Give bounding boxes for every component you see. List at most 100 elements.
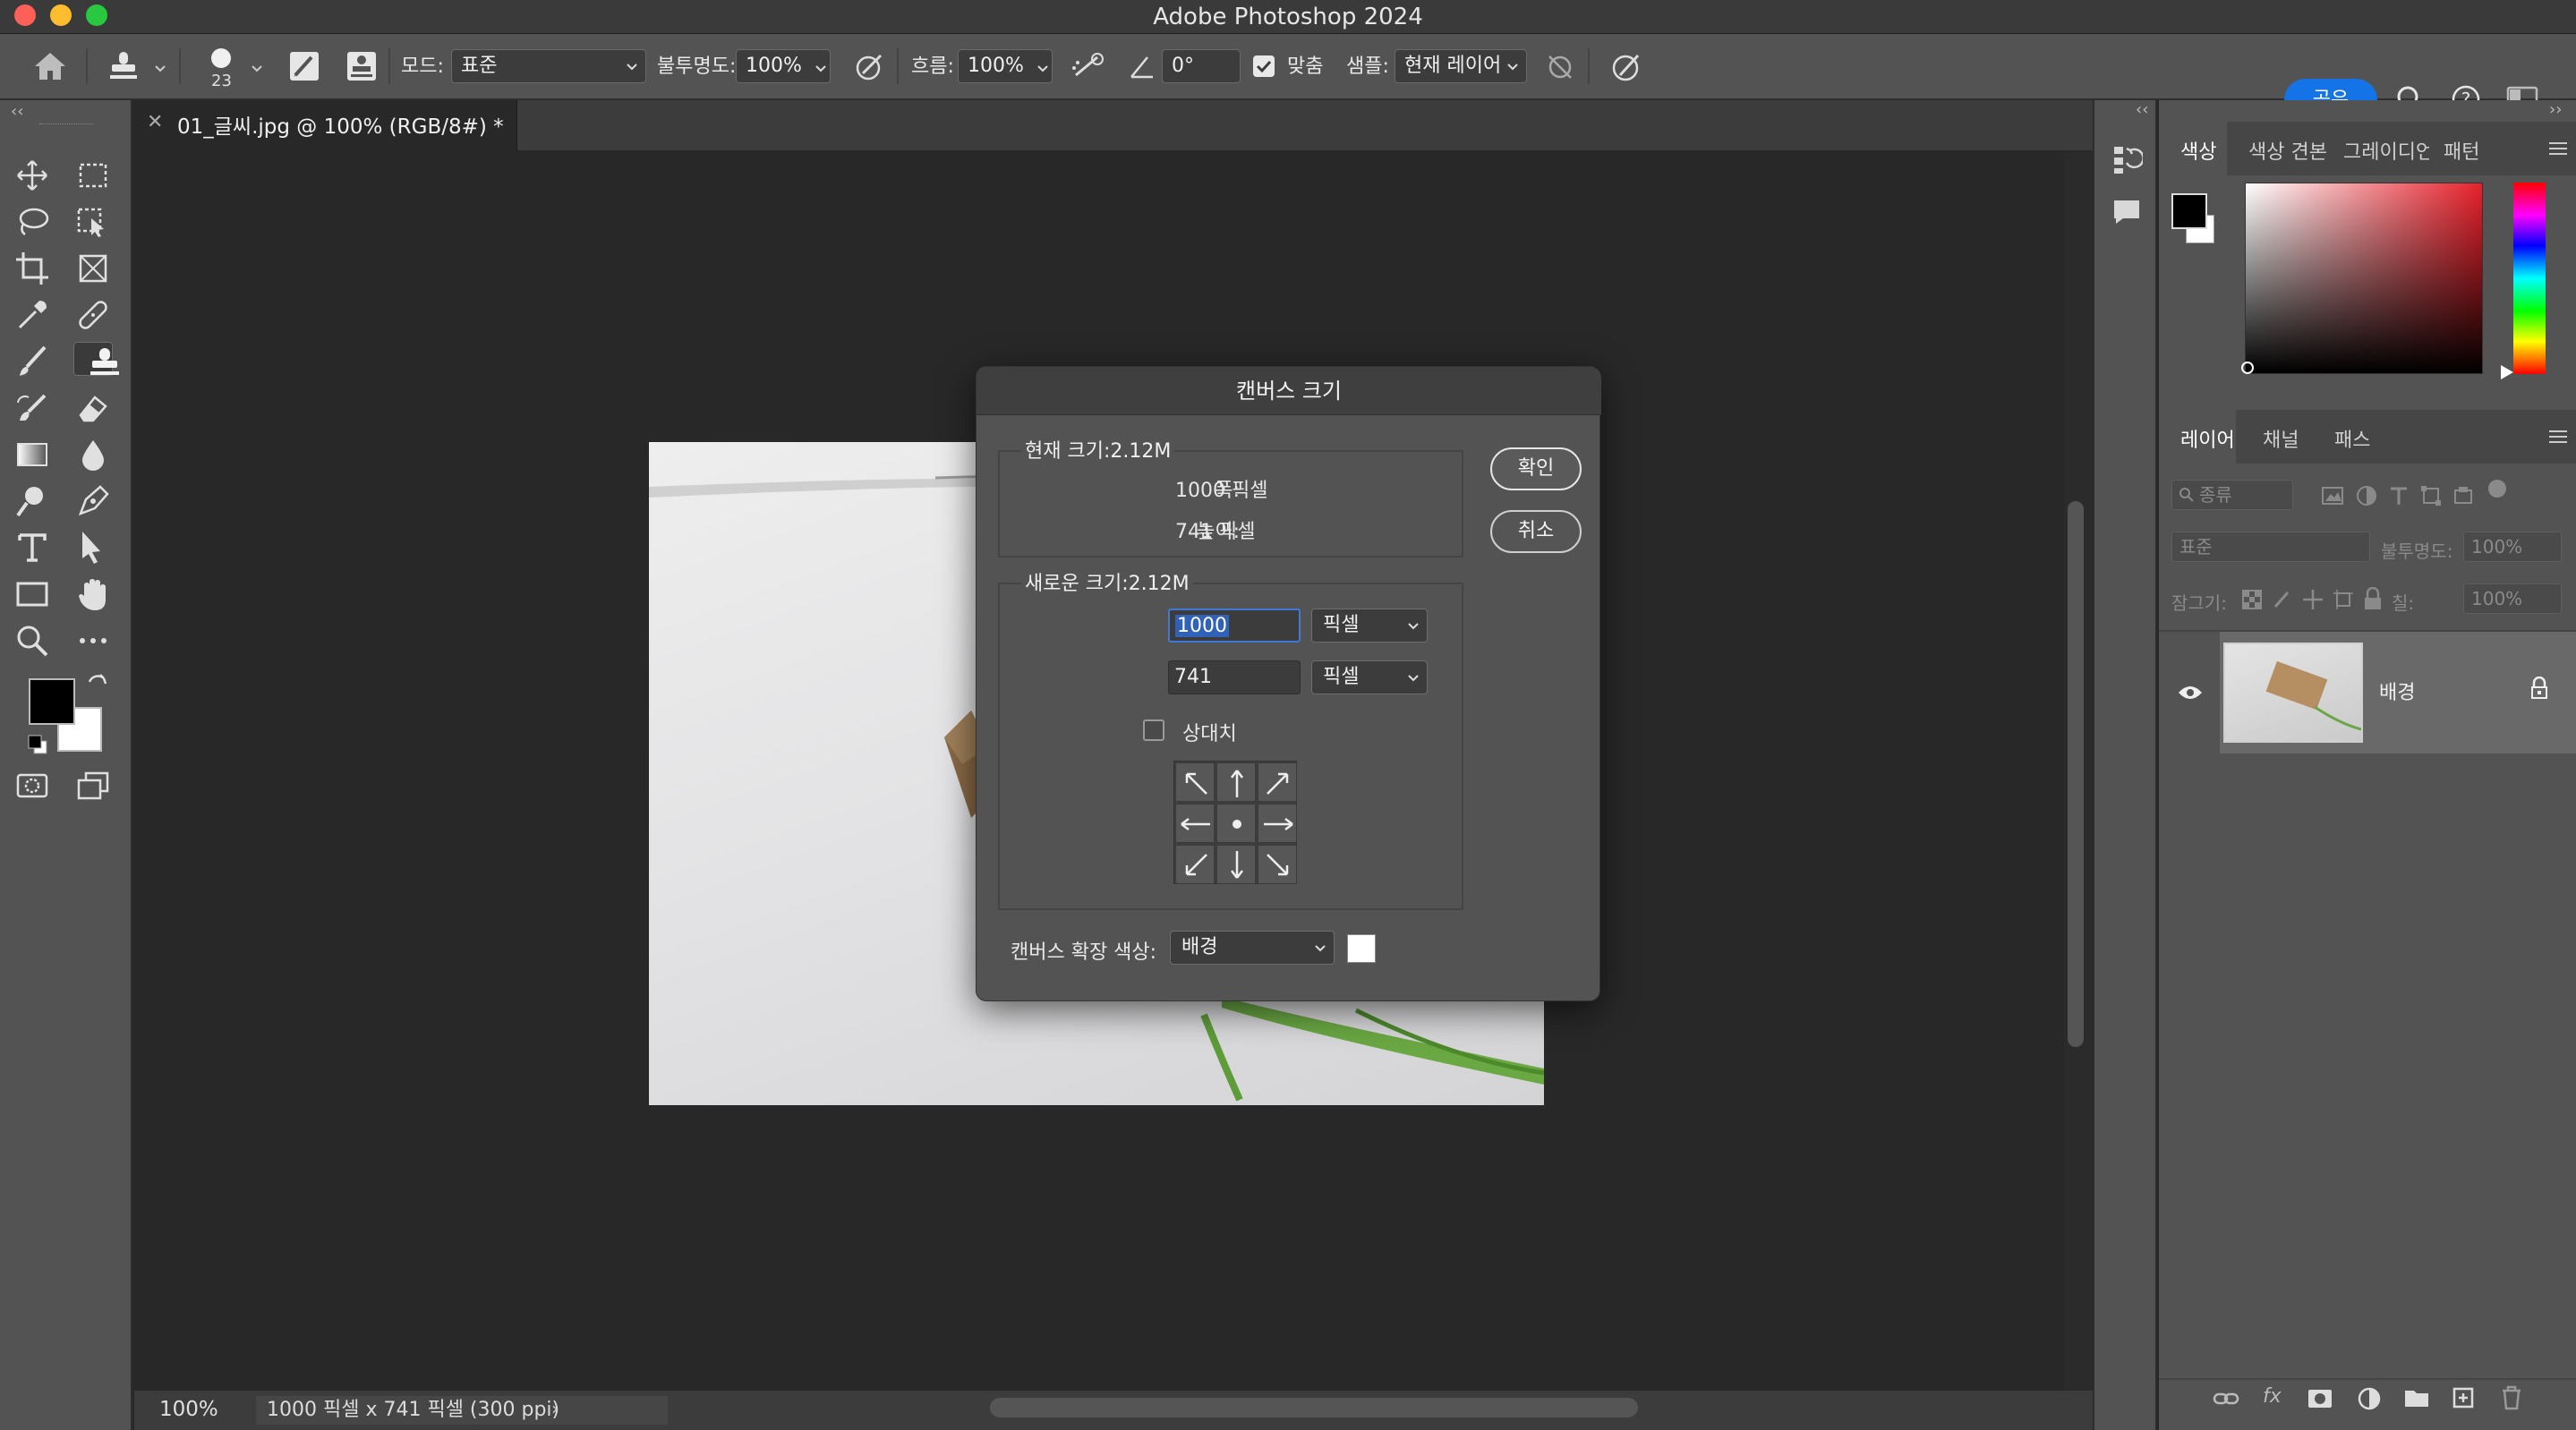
vertical-scrollbar-thumb[interactable]: [2068, 501, 2084, 1047]
angle-input[interactable]: 0°: [1162, 49, 1241, 83]
delete-layer-icon[interactable]: [2501, 1385, 2522, 1410]
frame-tool-icon[interactable]: [73, 249, 113, 288]
brush-settings-icon[interactable]: [288, 50, 320, 82]
layer-visibility-eye-icon[interactable]: [2177, 684, 2204, 702]
eyedropper-tool-icon[interactable]: [13, 295, 52, 335]
extension-color-select[interactable]: 배경: [1170, 931, 1335, 965]
layer-opacity-input[interactable]: 100%: [2463, 532, 2562, 562]
anchor-top[interactable]: [1216, 762, 1256, 802]
zoom-tool-icon[interactable]: [13, 621, 52, 660]
anchor-center[interactable]: [1216, 804, 1256, 843]
lock-artboard-icon[interactable]: [2333, 589, 2354, 610]
tab-layers[interactable]: 레이어: [2180, 424, 2235, 453]
anchor-bottom-left[interactable]: [1175, 845, 1215, 884]
lasso-tool-icon[interactable]: [13, 202, 52, 242]
chevron-down-icon[interactable]: [1036, 63, 1049, 75]
clone-stamp-preset-icon[interactable]: [106, 48, 141, 84]
new-layer-icon[interactable]: [2452, 1387, 2474, 1409]
swap-colors-icon[interactable]: [86, 673, 109, 696]
lock-position-icon[interactable]: [2302, 589, 2324, 610]
quick-mask-icon[interactable]: [13, 766, 52, 805]
panel-menu-icon[interactable]: [2549, 430, 2567, 444]
chevron-down-icon[interactable]: [251, 63, 263, 75]
brush-preview-icon[interactable]: [211, 48, 231, 68]
chevron-down-icon[interactable]: [154, 63, 166, 75]
layer-row-background[interactable]: 배경: [2220, 632, 2576, 753]
width-unit-select[interactable]: 픽셀: [1311, 609, 1428, 643]
move-tool-icon[interactable]: [13, 156, 52, 195]
crop-tool-icon[interactable]: [13, 249, 52, 288]
zoom-level[interactable]: 100%: [159, 1398, 218, 1421]
history-panel-icon[interactable]: [2111, 143, 2143, 177]
tab-patterns[interactable]: 패턴: [2444, 136, 2479, 165]
clone-stamp-tool-icon[interactable]: [73, 342, 119, 376]
anchor-bottom[interactable]: [1216, 845, 1256, 884]
filter-pixel-icon[interactable]: [2322, 487, 2343, 505]
marquee-tool-icon[interactable]: [73, 156, 113, 195]
pressure-size-icon[interactable]: [1609, 50, 1643, 84]
default-colors-icon[interactable]: [27, 734, 48, 755]
clone-source-icon[interactable]: [345, 50, 378, 82]
extension-color-swatch[interactable]: [1347, 934, 1376, 963]
sample-select[interactable]: 현재 레이어: [1395, 49, 1527, 83]
tab-channels[interactable]: 채널: [2263, 424, 2299, 453]
color-picker-marker[interactable]: [2241, 362, 2254, 374]
collapse-icon[interactable]: ››: [2549, 100, 2562, 119]
add-mask-icon[interactable]: [2307, 1389, 2333, 1409]
gradient-tool-icon[interactable]: [13, 435, 52, 474]
blend-mode-select[interactable]: 표준: [2171, 532, 2370, 562]
collapse-icon[interactable]: ‹‹: [11, 102, 23, 121]
brush-tool-icon[interactable]: [13, 342, 52, 381]
anchor-right[interactable]: [1258, 804, 1297, 843]
foreground-color-swatch[interactable]: [29, 678, 75, 725]
type-tool-icon[interactable]: [13, 528, 52, 567]
mode-select[interactable]: 표준: [451, 49, 646, 83]
layer-effects-icon[interactable]: fx: [2263, 1385, 2282, 1408]
filter-toggle-icon[interactable]: [2488, 480, 2506, 498]
anchor-bottom-right[interactable]: [1258, 845, 1297, 884]
anchor-top-left[interactable]: [1175, 762, 1215, 802]
tab-color[interactable]: 색상: [2180, 136, 2216, 165]
eraser-tool-icon[interactable]: [73, 388, 113, 428]
home-icon[interactable]: [32, 50, 68, 82]
color-field[interactable]: [2245, 183, 2483, 374]
anchor-top-right[interactable]: [1258, 762, 1297, 802]
object-selection-tool-icon[interactable]: [73, 202, 113, 242]
document-tab[interactable]: ✕ 01_글씨.jpg @ 100% (RGB/8#) *: [134, 100, 517, 152]
path-selection-tool-icon[interactable]: [73, 528, 113, 567]
rectangle-tool-icon[interactable]: [13, 575, 52, 614]
chevron-right-icon[interactable]: ›: [551, 1398, 559, 1419]
pressure-opacity-icon[interactable]: [854, 50, 886, 82]
chevron-down-icon[interactable]: [815, 63, 827, 75]
new-width-input[interactable]: 1000: [1168, 609, 1301, 643]
cancel-button[interactable]: 취소: [1490, 510, 1582, 553]
tab-paths[interactable]: 패스: [2334, 424, 2370, 453]
more-tools-icon[interactable]: [73, 621, 113, 660]
dodge-tool-icon[interactable]: [13, 481, 52, 521]
blur-tool-icon[interactable]: [73, 435, 113, 474]
tab-swatches[interactable]: 색상 견본: [2248, 136, 2327, 165]
align-checkbox[interactable]: [1253, 55, 1275, 77]
layer-fill-input[interactable]: 100%: [2463, 583, 2562, 614]
filter-smart-object-icon[interactable]: [2452, 485, 2474, 506]
ignore-adjustment-layers-icon[interactable]: [1545, 52, 1575, 82]
pen-tool-icon[interactable]: [73, 481, 113, 521]
airbrush-icon[interactable]: [1070, 50, 1106, 82]
lock-all-icon[interactable]: [2363, 587, 2383, 610]
hue-slider-handle[interactable]: [2501, 365, 2513, 379]
new-height-input[interactable]: 741: [1168, 660, 1301, 694]
height-unit-select[interactable]: 픽셀: [1311, 660, 1428, 694]
lock-transparent-icon[interactable]: [2241, 589, 2263, 610]
hue-slider[interactable]: [2513, 183, 2546, 374]
filter-shape-icon[interactable]: [2420, 485, 2442, 506]
history-brush-tool-icon[interactable]: [13, 388, 52, 428]
tab-gradients[interactable]: 그레이디언: [2343, 136, 2429, 165]
layer-name[interactable]: 배경: [2379, 677, 2415, 705]
ok-button[interactable]: 확인: [1490, 447, 1582, 490]
relative-checkbox[interactable]: [1143, 719, 1164, 741]
expand-icon[interactable]: ‹‹: [2136, 100, 2148, 119]
color-panel-foreground-swatch[interactable]: [2171, 193, 2207, 229]
group-folder-icon[interactable]: [2404, 1387, 2429, 1409]
adjustment-layer-icon[interactable]: [2358, 1387, 2381, 1410]
screen-mode-icon[interactable]: [73, 766, 113, 805]
